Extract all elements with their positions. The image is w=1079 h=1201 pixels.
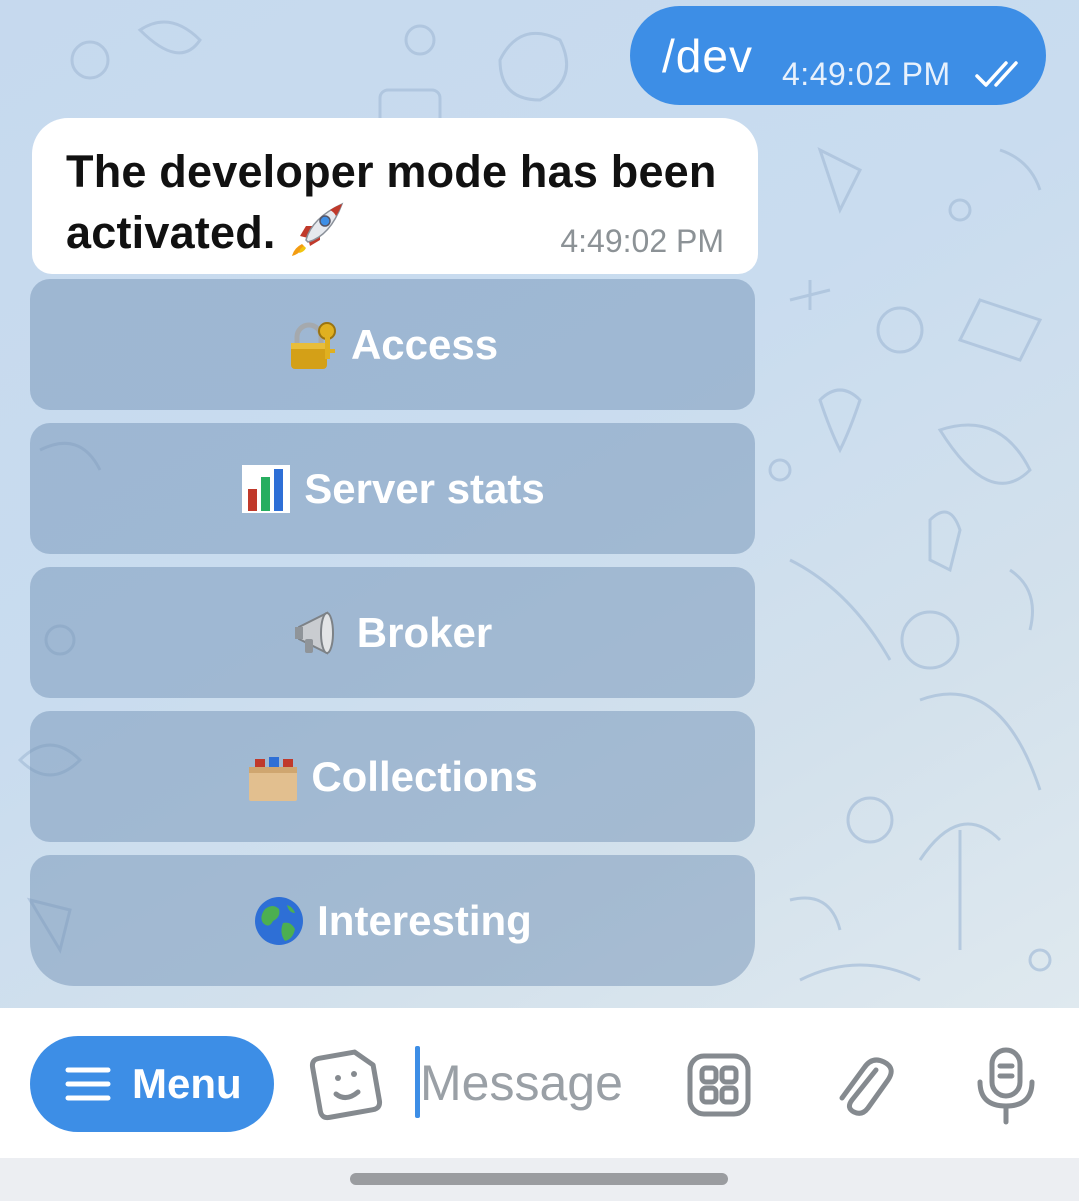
inline-button-broker[interactable]: Broker xyxy=(30,567,755,698)
inline-button-label: Collections xyxy=(311,752,538,800)
inline-button-server-stats[interactable]: Server stats xyxy=(30,423,755,554)
read-double-check-icon xyxy=(975,61,1018,87)
inline-button-collections[interactable]: Collections xyxy=(30,711,755,842)
outgoing-message-time: 4:49:02 PM xyxy=(782,56,951,92)
incoming-message-time: 4:49:02 PM xyxy=(560,223,724,259)
sticker-emoji-icon[interactable] xyxy=(308,1046,384,1122)
bot-apps-icon[interactable] xyxy=(686,1052,752,1118)
microphone-icon[interactable] xyxy=(974,1046,1038,1126)
inline-button-label: Server stats xyxy=(304,464,545,512)
chat-area: /dev 4:49:02 PM The developer mode has b… xyxy=(0,0,1079,1008)
lock-key-icon xyxy=(290,321,336,369)
outgoing-message-text: /dev xyxy=(662,30,753,82)
inline-button-label: Interesting xyxy=(317,896,532,944)
globe-icon xyxy=(255,896,304,945)
inline-button-label: Broker xyxy=(356,608,493,656)
hamburger-menu-icon xyxy=(65,1067,111,1101)
message-input[interactable] xyxy=(420,1050,670,1116)
attach-paperclip-icon[interactable] xyxy=(832,1048,894,1124)
inline-button-interesting[interactable]: Interesting xyxy=(30,855,755,986)
menu-button[interactable]: Menu xyxy=(30,1036,274,1132)
message-input-bar: Menu xyxy=(0,1008,1079,1158)
megaphone-icon xyxy=(294,610,334,655)
inline-button-access[interactable]: Access xyxy=(30,279,755,410)
menu-button-label: Menu xyxy=(132,1060,242,1107)
rocket-icon xyxy=(291,202,343,256)
card-file-box-icon xyxy=(249,756,298,801)
incoming-message-bubble[interactable]: The developer mode has been activated. 4… xyxy=(32,118,758,274)
inline-button-label: Access xyxy=(350,320,499,368)
system-navigation-area xyxy=(0,1158,1079,1201)
home-indicator-bar[interactable] xyxy=(350,1173,728,1185)
bar-chart-icon xyxy=(242,464,291,513)
outgoing-message-bubble[interactable]: /dev 4:49:02 PM xyxy=(630,6,1046,105)
